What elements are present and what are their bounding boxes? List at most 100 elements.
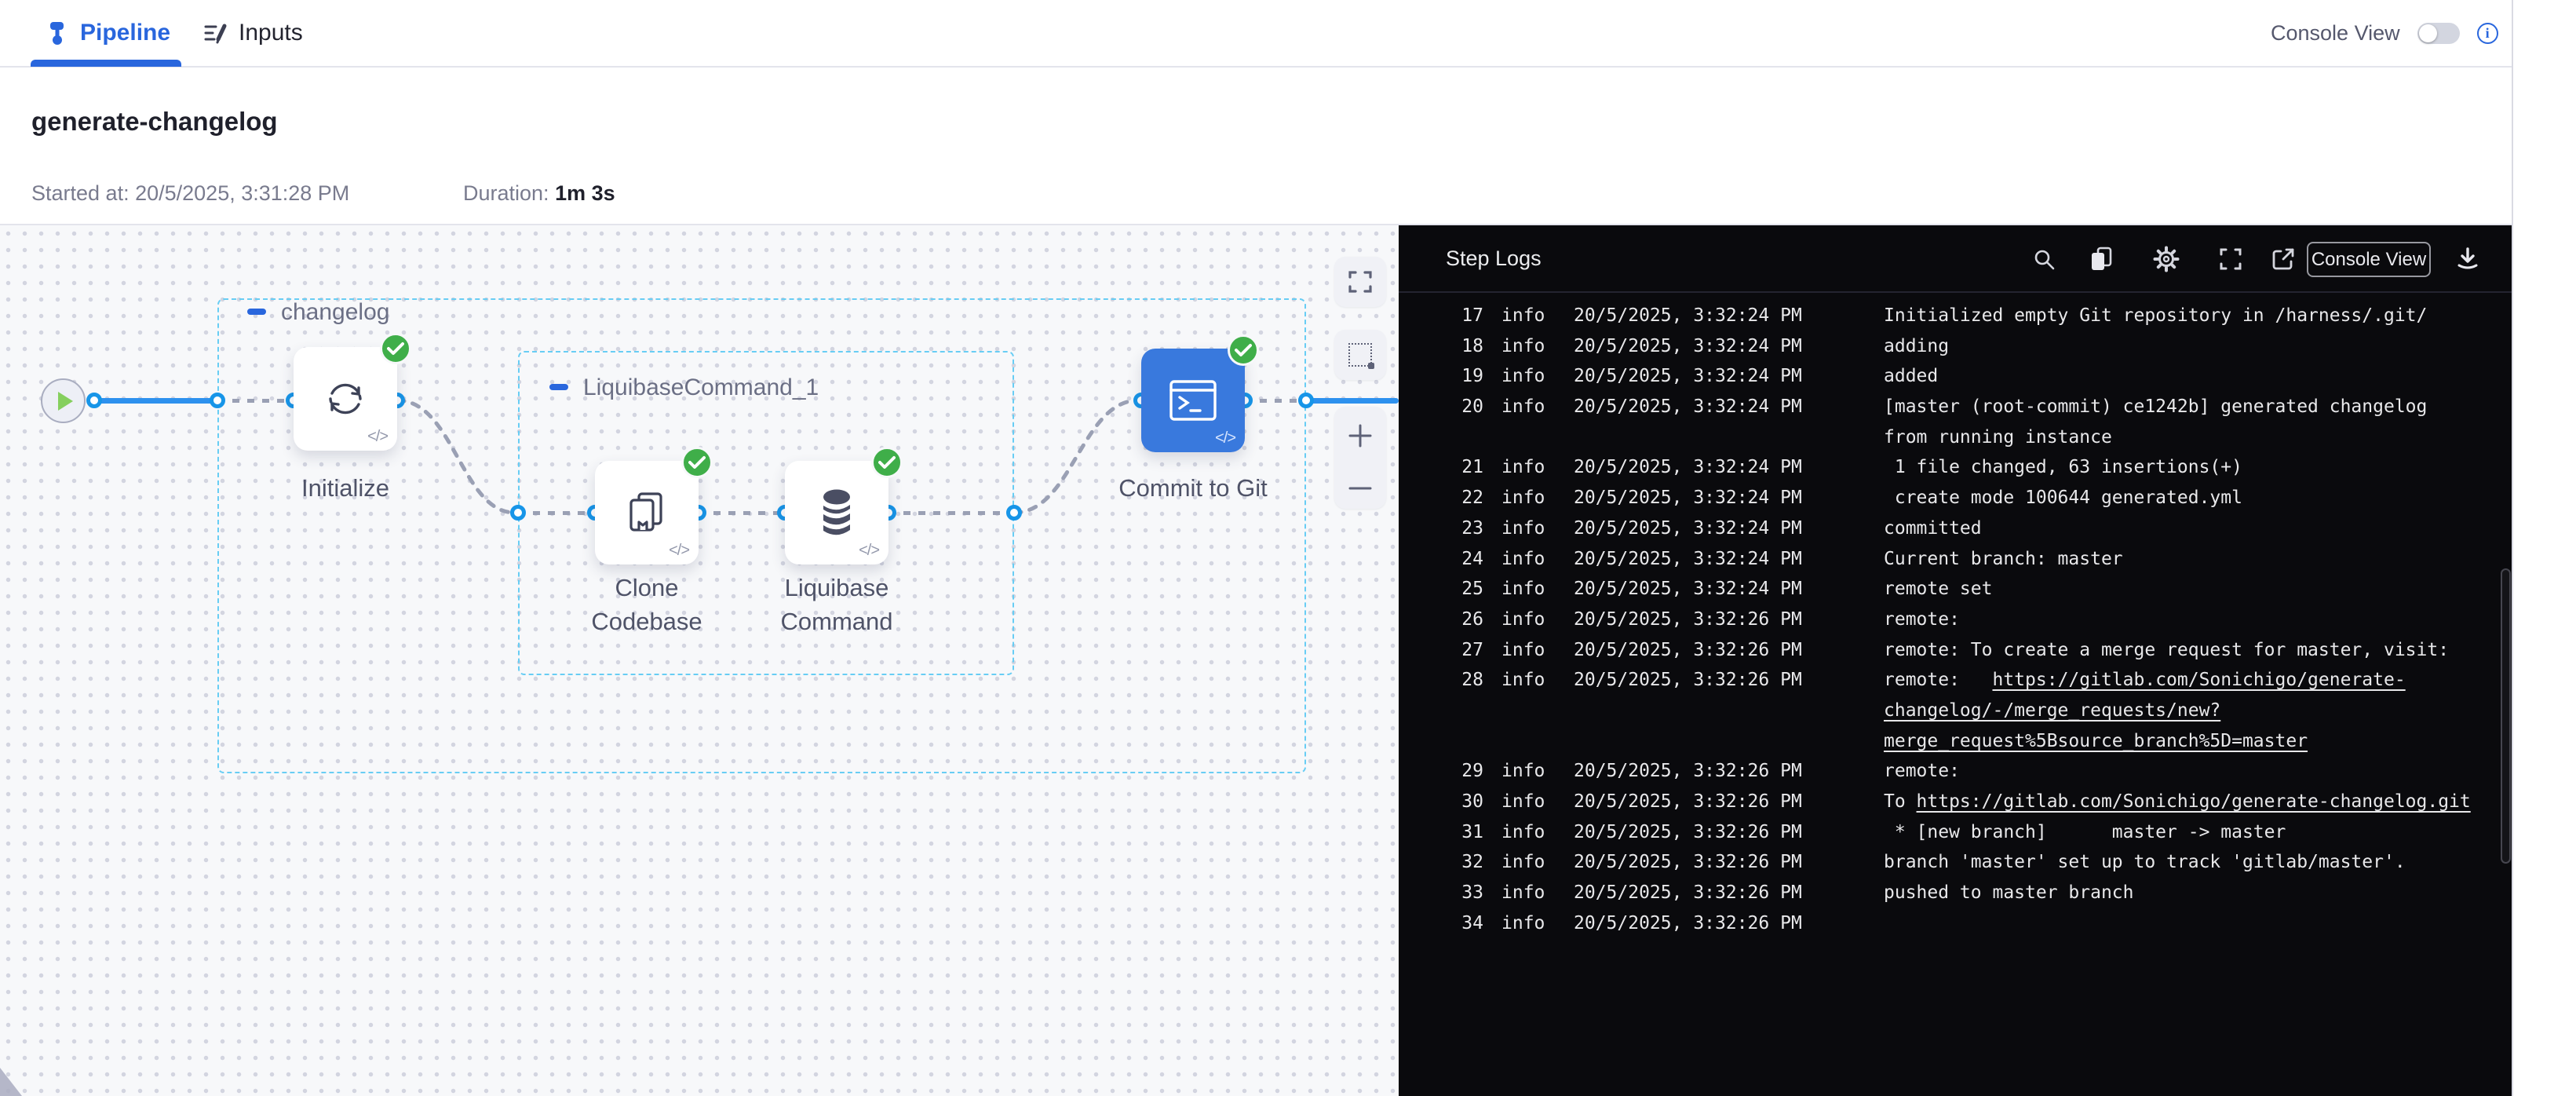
pipeline-execution-page: Pipeline Inputs Console View i generate-… <box>0 0 2576 1096</box>
console-view-button[interactable]: Console View <box>2307 242 2431 277</box>
log-line: 33info20/5/2025, 3:32:26 PMpushed to mas… <box>1399 878 2512 908</box>
canvas-watermark <box>0 1068 22 1096</box>
log-panel-header: Step Logs <box>1399 225 2512 293</box>
search-icon[interactable] <box>2031 246 2057 272</box>
started-at: Started at: 20/5/2025, 3:31:28 PM <box>31 181 349 206</box>
code-icon: </> <box>1215 429 1235 448</box>
pipeline-icon <box>46 20 69 46</box>
tab-pipeline[interactable]: Pipeline <box>46 0 170 66</box>
log-panel-title: Step Logs <box>1446 225 1542 291</box>
duration-value: 1m 3s <box>555 181 615 205</box>
connector-port <box>86 393 102 408</box>
log-link[interactable]: https://gitlab.com/Sonichigo/generate-ch… <box>1917 791 2471 812</box>
canvas-zoom-controls <box>1334 407 1386 509</box>
duration: Duration: 1m 3s <box>463 181 615 206</box>
link-line <box>699 511 785 515</box>
fullscreen-icon <box>1347 269 1374 295</box>
connector-port <box>1298 393 1314 408</box>
canvas-fullscreen-button[interactable] <box>1334 257 1386 307</box>
success-badge <box>380 333 411 364</box>
code-icon: </> <box>669 542 689 560</box>
copy-icon[interactable] <box>2088 246 2114 272</box>
log-line: merge_request%5Bsource_branch%5D=master <box>1399 726 2512 757</box>
console-view-label: Console View <box>2271 21 2400 46</box>
fullscreen-icon[interactable] <box>2217 246 2244 272</box>
node-label-commit-to-git[interactable]: Commit to Git <box>1091 471 1295 505</box>
canvas-select-button[interactable] <box>1334 330 1386 380</box>
log-line: 26info20/5/2025, 3:32:26 PMremote: <box>1399 605 2512 635</box>
duration-label: Duration: <box>463 181 549 205</box>
log-line: 27info20/5/2025, 3:32:26 PMremote: To cr… <box>1399 635 2512 666</box>
zoom-in-icon[interactable] <box>1347 422 1374 449</box>
inputs-icon <box>203 20 228 46</box>
log-line: 34info20/5/2025, 3:32:26 PM <box>1399 908 2512 939</box>
success-badge <box>1228 334 1259 366</box>
link-line <box>518 511 595 515</box>
log-scrollbar-thumb[interactable] <box>2501 568 2511 864</box>
execution-header: generate-changelog Started at: 20/5/2025… <box>0 68 2512 225</box>
log-line: changelog/-/merge_requests/new? <box>1399 696 2512 726</box>
content-right-border <box>2512 0 2513 1096</box>
console-view-toggle[interactable] <box>2417 23 2460 44</box>
liquibase-icon <box>812 487 861 539</box>
log-line: 17info20/5/2025, 3:32:24 PMInitialized e… <box>1399 301 2512 331</box>
tab-inputs[interactable]: Inputs <box>203 0 303 66</box>
step-node-initialize[interactable]: </> <box>294 347 397 451</box>
toggle-knob <box>2419 24 2437 42</box>
tab-inputs-label: Inputs <box>239 20 303 46</box>
node-label-clone-codebase[interactable]: Clone Codebase <box>572 571 721 638</box>
active-tab-indicator <box>31 60 181 67</box>
code-icon: </> <box>859 542 879 560</box>
execution-line <box>93 398 217 404</box>
connector-port <box>1006 505 1022 521</box>
log-line: 20info20/5/2025, 3:32:24 PM[master (root… <box>1399 392 2512 422</box>
success-badge <box>681 447 713 478</box>
step-node-clone-codebase[interactable]: </> <box>595 461 699 564</box>
zoom-out-icon[interactable] <box>1347 484 1374 493</box>
terminal-icon <box>1169 379 1217 422</box>
log-line: from running instance <box>1399 422 2512 453</box>
log-line: 28info20/5/2025, 3:32:26 PMremote: https… <box>1399 665 2512 696</box>
log-line: 19info20/5/2025, 3:32:24 PMadded <box>1399 361 2512 392</box>
code-icon: </> <box>367 428 388 446</box>
log-line: 30info20/5/2025, 3:32:26 PMTo https://gi… <box>1399 787 2512 817</box>
top-tab-bar: Pipeline Inputs Console View i <box>0 0 2512 68</box>
pipeline-start-node[interactable] <box>41 378 86 423</box>
connector-port <box>210 393 225 408</box>
marquee-select-icon <box>1348 343 1372 367</box>
log-lines: 17info20/5/2025, 3:32:24 PMInitialized e… <box>1399 301 2512 938</box>
log-link[interactable]: changelog/-/merge_requests/new? <box>1884 700 2220 721</box>
log-line: 24info20/5/2025, 3:32:24 PMCurrent branc… <box>1399 544 2512 575</box>
log-line: 21info20/5/2025, 3:32:24 PM 1 file chang… <box>1399 452 2512 483</box>
link-line <box>888 511 1014 515</box>
connector-port <box>510 505 526 521</box>
page-title: generate-changelog <box>31 107 278 137</box>
log-link[interactable]: https://gitlab.com/Sonichigo/generate- <box>1992 670 2405 690</box>
success-badge <box>871 447 903 478</box>
started-value: 20/5/2025, 3:31:28 PM <box>135 181 349 205</box>
info-icon[interactable]: i <box>2477 23 2498 44</box>
step-node-liquibase-command[interactable]: </> <box>785 461 888 564</box>
log-line: 18info20/5/2025, 3:32:24 PMadding <box>1399 331 2512 362</box>
node-label-initialize[interactable]: Initialize <box>271 471 420 505</box>
pipeline-graph-canvas[interactable]: changelog LiquibaseCommand_1 <box>0 225 1399 1096</box>
step-node-commit-to-git[interactable]: </> <box>1141 349 1245 452</box>
link-line <box>1245 399 1306 403</box>
node-label-liquibase-command[interactable]: Liquibase Command <box>762 571 911 638</box>
console-view-control: Console View i <box>2271 0 2498 66</box>
log-line: 32info20/5/2025, 3:32:26 PMbranch 'maste… <box>1399 847 2512 878</box>
link-line <box>217 399 294 403</box>
play-icon <box>58 392 73 411</box>
log-link[interactable]: merge_request%5Bsource_branch%5D=master <box>1884 731 2308 751</box>
open-in-new-icon[interactable] <box>2270 246 2297 272</box>
log-line: 31info20/5/2025, 3:32:26 PM * [new branc… <box>1399 817 2512 848</box>
sync-icon <box>321 374 370 423</box>
clone-codebase-icon <box>622 488 672 538</box>
log-line: 29info20/5/2025, 3:32:26 PMremote: <box>1399 756 2512 787</box>
started-label: Started at: <box>31 181 130 205</box>
step-logs-panel: Step Logs <box>1399 225 2512 1096</box>
log-line: 25info20/5/2025, 3:32:24 PMremote set <box>1399 574 2512 605</box>
execution-line <box>1306 398 1399 404</box>
download-icon[interactable] <box>2454 246 2481 272</box>
settings-icon[interactable] <box>2153 246 2180 272</box>
